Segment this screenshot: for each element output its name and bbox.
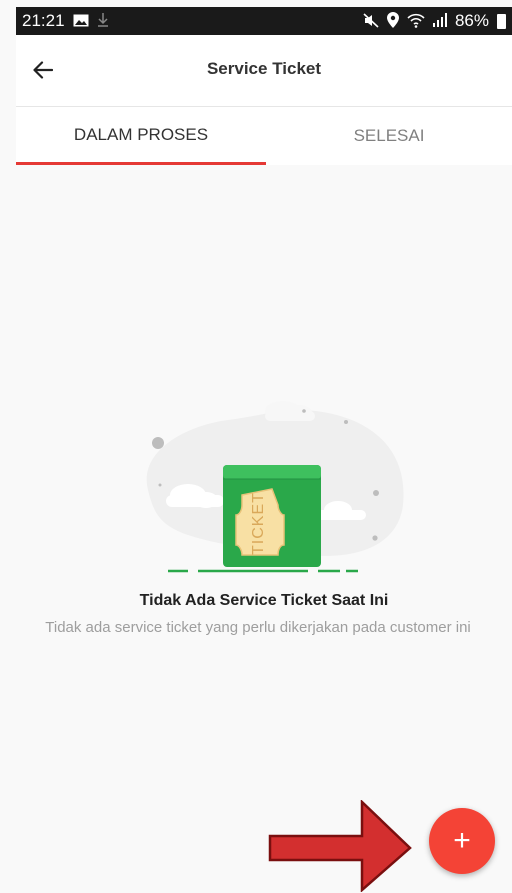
status-time: 21:21 — [22, 11, 65, 30]
status-right: 86% — [363, 11, 506, 31]
dot — [372, 535, 378, 541]
tab-selesai[interactable]: SELESAI — [266, 107, 512, 165]
dot — [158, 483, 162, 487]
tab-bar: DALAM PROSES SELESAI — [16, 107, 512, 165]
app-bar: Service Ticket — [16, 35, 512, 107]
mute-icon — [363, 12, 379, 30]
battery-icon — [497, 13, 506, 29]
service-ticket-screen: 21:21 86% Service Ticket DALAM PROSES SE… — [0, 0, 512, 893]
dot — [152, 437, 164, 449]
dot — [302, 409, 306, 413]
status-left: 21:21 — [22, 11, 109, 31]
empty-state-description-wrap: Tidak ada service ticket yang perlu dike… — [16, 617, 512, 639]
empty-state-description: Tidak ada service ticket yang perlu dike… — [45, 619, 471, 636]
tab-label: SELESAI — [353, 126, 425, 145]
annotation-arrow — [268, 800, 412, 892]
tab-label: DALAM PROSES — [73, 124, 209, 144]
location-icon — [386, 12, 399, 30]
status-bar: 21:21 86% — [16, 7, 512, 35]
ticket-stub-text: TICKET — [250, 492, 267, 555]
empty-ticket-illustration: TICKET — [146, 401, 404, 573]
cloud-top — [265, 401, 315, 421]
image-icon — [73, 14, 89, 29]
page-title: Service Ticket — [206, 59, 322, 78]
download-icon — [97, 12, 109, 30]
add-ticket-button[interactable]: + — [429, 808, 495, 874]
dot — [344, 420, 348, 424]
tab-dalam-proses[interactable]: DALAM PROSES — [16, 107, 266, 165]
plus-icon: + — [453, 824, 471, 857]
empty-state-title: Tidak Ada Service Ticket Saat Ini — [139, 592, 389, 609]
wifi-icon — [407, 13, 425, 30]
dot — [373, 490, 379, 496]
battery-percent: 86% — [454, 11, 489, 30]
signal-icon — [432, 13, 447, 29]
